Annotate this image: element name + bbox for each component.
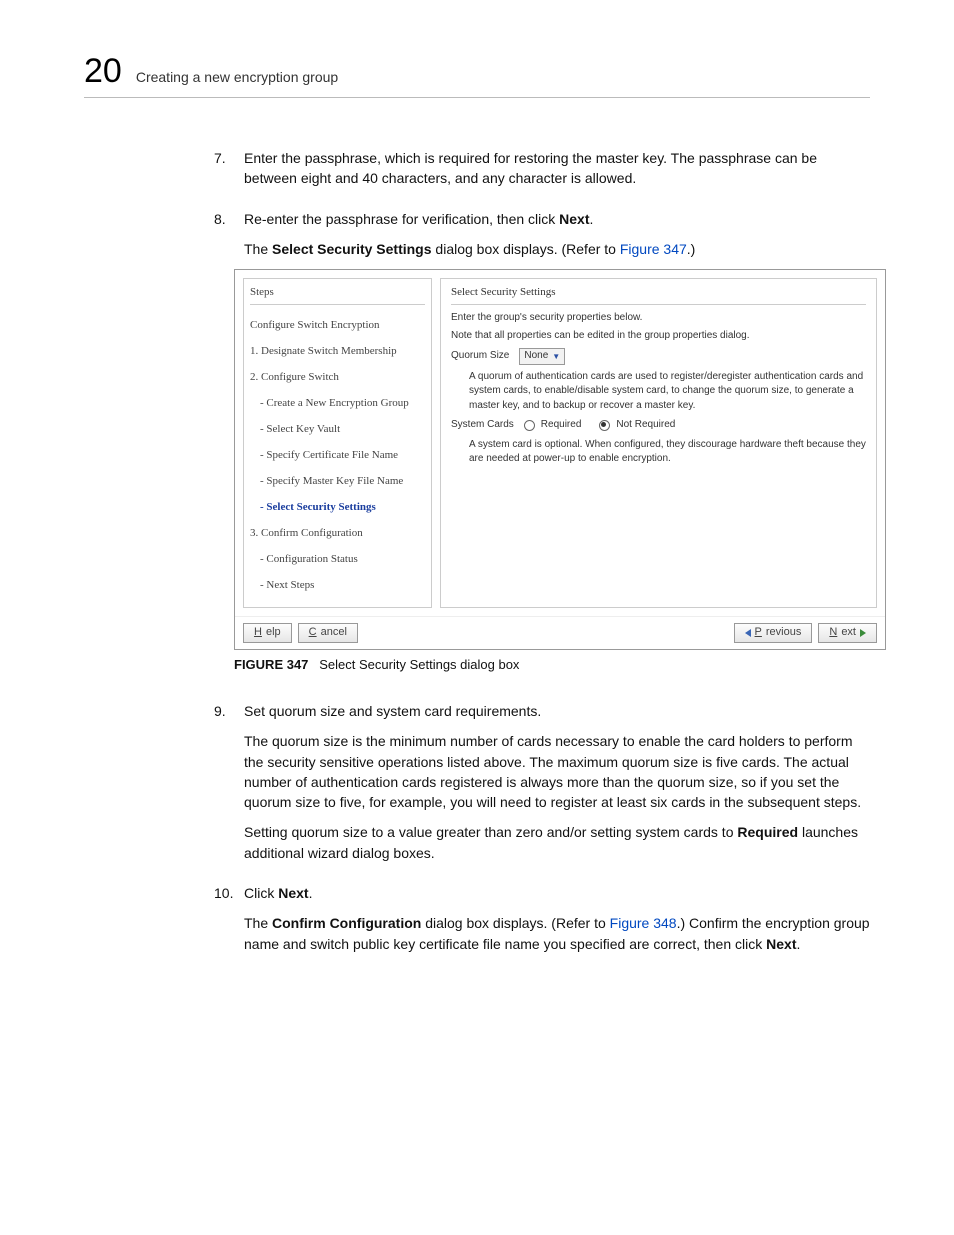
dialog-box: Steps Configure Switch Encryption 1. Des… bbox=[234, 269, 886, 650]
panel-title: Select Security Settings bbox=[451, 285, 866, 305]
text-bold: Confirm Configuration bbox=[272, 915, 421, 931]
quorum-description: A quorum of authentication cards are use… bbox=[451, 370, 866, 414]
step-8: 8. Re-enter the passphrase for verificat… bbox=[214, 209, 870, 683]
text-run: . bbox=[590, 211, 594, 227]
step-text: Setting quorum size to a value greater t… bbox=[244, 822, 870, 863]
text-run: Re-enter the passphrase for verification… bbox=[244, 211, 559, 227]
step-7: 7. Enter the passphrase, which is requir… bbox=[214, 148, 870, 199]
intro-text: Enter the group's security properties be… bbox=[451, 311, 866, 326]
figure-347: Steps Configure Switch Encryption 1. Des… bbox=[234, 269, 886, 675]
step-subitem: - Configuration Status bbox=[250, 547, 425, 573]
next-button[interactable]: NextNext bbox=[818, 623, 877, 643]
triangle-right-icon bbox=[860, 629, 866, 637]
dropdown-value: None bbox=[524, 349, 548, 364]
step-number: 7. bbox=[214, 148, 244, 199]
panel-title: Steps bbox=[250, 285, 425, 305]
step-subitem: - Next Steps bbox=[250, 573, 425, 599]
step-item: Configure Switch Encryption bbox=[250, 313, 425, 339]
chapter-number: 20 bbox=[84, 52, 122, 91]
step-item: 3. Confirm Configuration bbox=[250, 521, 425, 547]
step-text: Click Next. bbox=[244, 883, 870, 903]
intro-text: Note that all properties can be edited i… bbox=[451, 329, 866, 344]
triangle-left-icon bbox=[745, 629, 751, 637]
quorum-row: Quorum Size None ▼ bbox=[451, 348, 866, 365]
step-text: Set quorum size and system card requirem… bbox=[244, 701, 870, 721]
quorum-label: Quorum Size bbox=[451, 349, 509, 364]
systemcards-description: A system card is optional. When configur… bbox=[451, 438, 866, 467]
page-header: 20 Creating a new encryption group bbox=[84, 52, 870, 91]
steps-panel: Steps Configure Switch Encryption 1. Des… bbox=[243, 278, 432, 608]
header-rule bbox=[84, 97, 870, 98]
text-run: Click bbox=[244, 885, 278, 901]
figure-caption-text: Select Security Settings dialog box bbox=[319, 657, 519, 672]
text-bold: Required bbox=[737, 824, 798, 840]
step-text: The Confirm Configuration dialog box dis… bbox=[244, 913, 870, 954]
dialog-footer: HHelpelp CancelCancel PreviousPrevious N… bbox=[235, 616, 885, 649]
text-run: . bbox=[309, 885, 313, 901]
radio-label: Not Required bbox=[616, 418, 675, 433]
step-text: The quorum size is the minimum number of… bbox=[244, 731, 870, 812]
figure-link[interactable]: Figure 347 bbox=[620, 241, 687, 257]
chapter-title: Creating a new encryption group bbox=[136, 69, 338, 85]
radio-required[interactable] bbox=[524, 420, 535, 431]
systemcards-label: System Cards bbox=[451, 418, 514, 433]
text-run: The bbox=[244, 915, 272, 931]
previous-button[interactable]: PreviousPrevious bbox=[734, 623, 813, 643]
radio-not-required[interactable] bbox=[599, 420, 610, 431]
step-subitem: - Create a New Encryption Group bbox=[250, 391, 425, 417]
cancel-button[interactable]: CancelCancel bbox=[298, 623, 358, 643]
settings-panel: Select Security Settings Enter the group… bbox=[440, 278, 877, 608]
step-9: 9. Set quorum size and system card requi… bbox=[214, 701, 870, 873]
step-subitem-selected: - Select Security Settings bbox=[250, 495, 425, 521]
text-run: Setting quorum size to a value greater t… bbox=[244, 824, 737, 840]
step-item: 1. Designate Switch Membership bbox=[250, 339, 425, 365]
step-subitem: - Select Key Vault bbox=[250, 417, 425, 443]
quorum-dropdown[interactable]: None ▼ bbox=[519, 348, 565, 365]
step-text: Re-enter the passphrase for verification… bbox=[244, 209, 886, 229]
step-subitem: - Specify Master Key File Name bbox=[250, 469, 425, 495]
text-run: dialog box displays. (Refer to bbox=[432, 241, 620, 257]
text-bold: Next bbox=[766, 936, 796, 952]
step-subitem: - Specify Certificate File Name bbox=[250, 443, 425, 469]
step-text: Enter the passphrase, which is required … bbox=[244, 148, 870, 189]
text-bold: Select Security Settings bbox=[272, 241, 432, 257]
figure-label: FIGURE 347 bbox=[234, 657, 308, 672]
text-run: The bbox=[244, 241, 272, 257]
systemcards-row: System Cards Required Not Required bbox=[451, 418, 866, 433]
text-run: dialog box displays. (Refer to bbox=[421, 915, 609, 931]
text-bold: Next bbox=[278, 885, 308, 901]
figure-caption: FIGURE 347 Select Security Settings dial… bbox=[234, 656, 886, 675]
chevron-down-icon: ▼ bbox=[552, 351, 560, 363]
step-number: 9. bbox=[214, 701, 244, 873]
step-10: 10. Click Next. The Confirm Configuratio… bbox=[214, 883, 870, 964]
figure-link[interactable]: Figure 348 bbox=[610, 915, 677, 931]
step-item: 2. Configure Switch bbox=[250, 365, 425, 391]
help-button[interactable]: HHelpelp bbox=[243, 623, 292, 643]
text-run: .) bbox=[687, 241, 696, 257]
text-bold: Next bbox=[559, 211, 589, 227]
radio-label: Required bbox=[541, 418, 582, 433]
step-text: The Select Security Settings dialog box … bbox=[244, 239, 886, 259]
radio-group: Required Not Required bbox=[524, 418, 676, 433]
step-number: 10. bbox=[214, 883, 244, 964]
body-content: 7. Enter the passphrase, which is requir… bbox=[214, 148, 870, 964]
text-run: . bbox=[797, 936, 801, 952]
